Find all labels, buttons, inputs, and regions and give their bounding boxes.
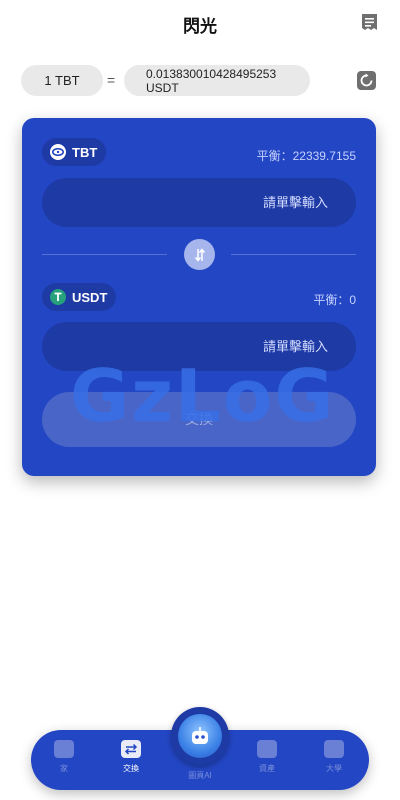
nav-item-university[interactable]: 大學 xyxy=(312,740,356,774)
divider-left xyxy=(42,254,167,255)
rate-from-pill: 1 TBT xyxy=(21,65,103,96)
nav-label-ai: 圖頁AI xyxy=(188,771,212,780)
home-icon xyxy=(54,740,74,758)
usdt-token-icon xyxy=(50,289,66,305)
refresh-button[interactable] xyxy=(357,71,376,90)
nav-item-home[interactable]: 家 xyxy=(42,740,86,774)
swap-direction-button[interactable] xyxy=(184,239,215,270)
nav-item-swap[interactable]: 交換 xyxy=(109,740,153,774)
header: 閃光 xyxy=(0,0,400,48)
to-balance: 平衡：0 xyxy=(313,293,356,307)
tbt-token-icon xyxy=(50,144,66,160)
from-amount-input[interactable] xyxy=(42,194,330,211)
page-title: 閃光 xyxy=(183,17,217,36)
rate-to-unit: USDT xyxy=(146,80,179,95)
rate-to-value: 0.013830010428495253 xyxy=(146,66,277,81)
chat-icon xyxy=(324,740,344,758)
nav-label-home: 家 xyxy=(60,764,68,773)
from-token-selector[interactable]: TBT xyxy=(42,138,107,166)
nav-label-swap: 交換 xyxy=(123,764,139,773)
to-token-name: USDT xyxy=(72,289,108,305)
from-amount-field[interactable] xyxy=(42,178,356,227)
refresh-icon xyxy=(360,73,373,87)
to-token-selector[interactable]: USDT xyxy=(42,283,117,311)
history-icon[interactable] xyxy=(361,13,378,33)
nav-label-university: 大學 xyxy=(326,764,342,773)
swap-icon xyxy=(121,740,141,758)
swap-arrows-icon xyxy=(194,247,205,262)
ai-assistant-button[interactable] xyxy=(171,707,229,765)
exchange-button[interactable]: 交換 xyxy=(42,392,356,447)
swap-card: TBT 平衡：22339.7155 USDT 平衡：0 交換 GzLoG xyxy=(22,118,376,476)
rate-to-pill: 0.013830010428495253 USDT xyxy=(124,65,310,96)
nav-label-assets: 資產 xyxy=(259,764,275,773)
wallet-icon xyxy=(257,740,277,758)
to-amount-input[interactable] xyxy=(42,338,330,355)
divider-right xyxy=(231,254,356,255)
equals-sign: = xyxy=(107,72,116,88)
nav-item-assets[interactable]: 資產 xyxy=(245,740,289,774)
from-token-name: TBT xyxy=(72,144,98,160)
from-balance: 平衡：22339.7155 xyxy=(256,149,356,163)
robot-icon xyxy=(178,714,222,758)
to-amount-field[interactable] xyxy=(42,322,356,371)
